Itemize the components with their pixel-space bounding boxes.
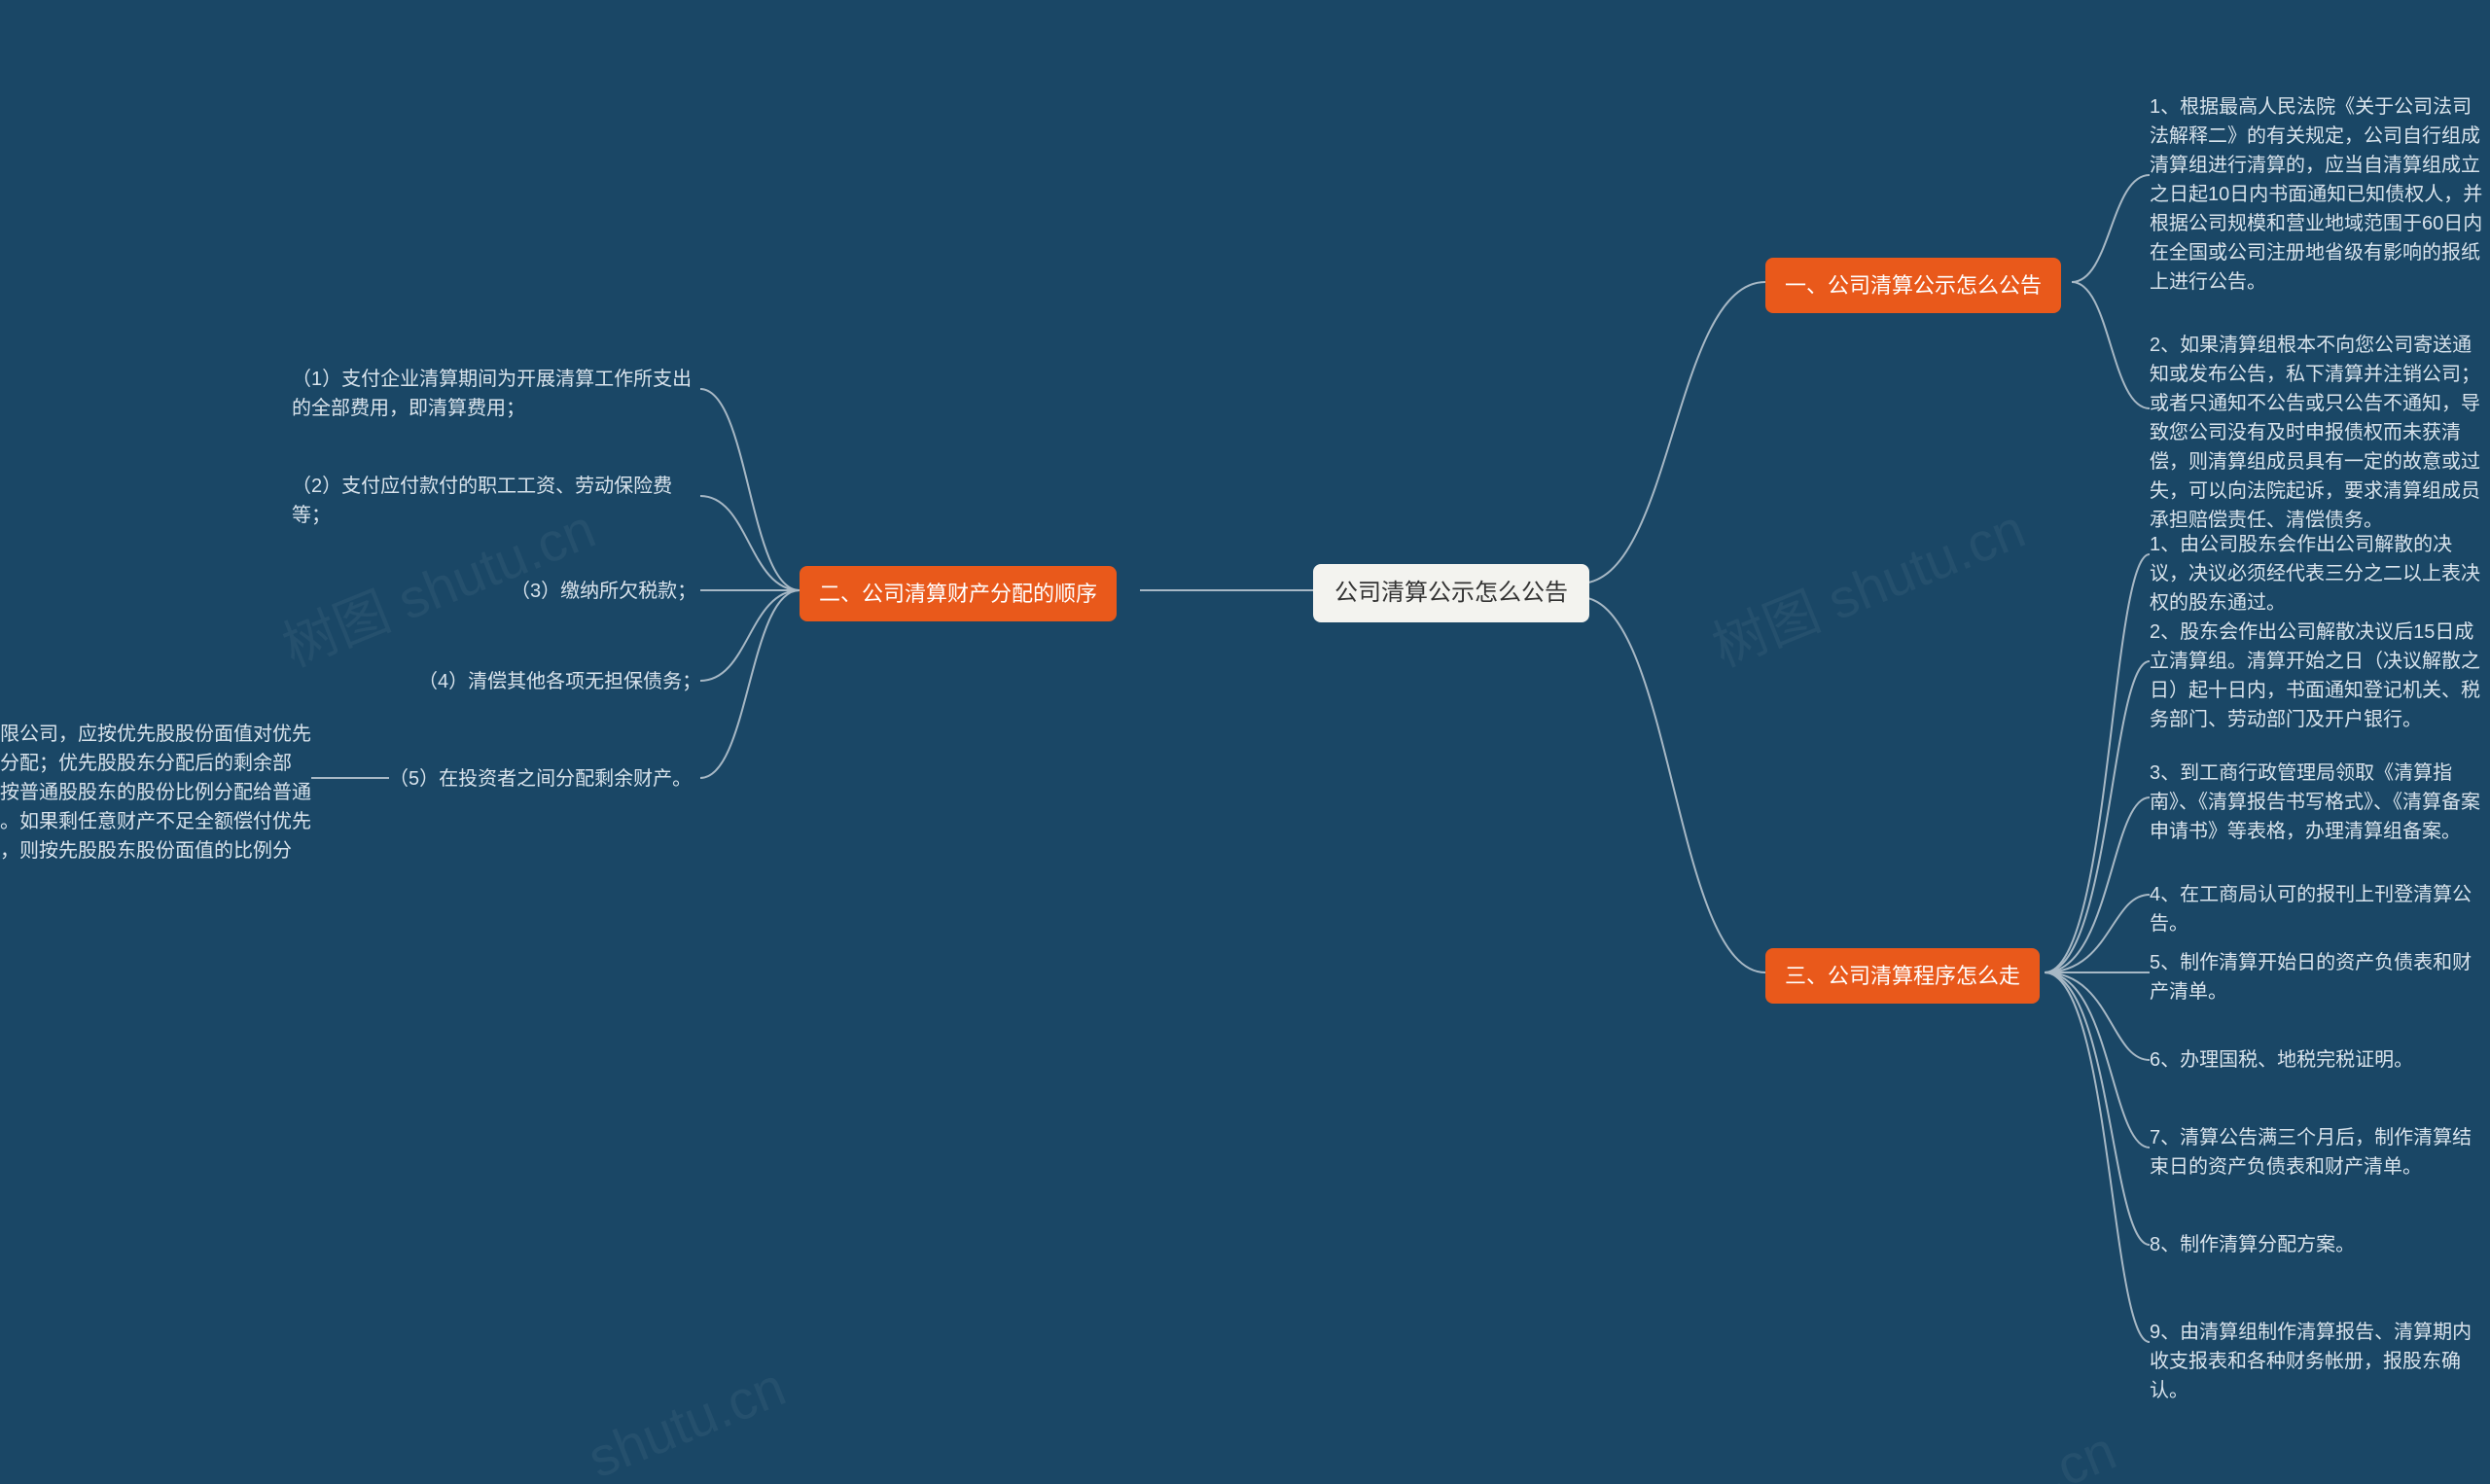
watermark-text: shutu.cn [580,1356,794,1484]
leaf-text: （1）支付企业清算期间为开展清算工作所支出的全部费用，即清算费用； [292,369,692,419]
branch-2-leaf-5[interactable]: （5）在投资者之间分配剩余财产。 [389,764,692,794]
branch-3-leaf-6[interactable]: 6、办理国税、地税完税证明。 [2150,1045,2413,1075]
branch-1-title: 一、公司清算公示怎么公告 [1785,273,2042,298]
watermark-text: .cn [2034,1419,2124,1484]
branch-3-leaf-1[interactable]: 1、由公司股东会作出公司解散的决议，决议必须经代表三分之二以上表决权的股东通过。 [2150,530,2490,618]
branch-1-leaf-2[interactable]: 2、如果清算组根本不向您公司寄送通知或发布公告，私下清算并注销公司；或者只通知不… [2150,331,2490,535]
leaf-text: 9、由清算组制作清算报告、清算期内收支报表和各种财务帐册，报股东确认。 [2150,1322,2472,1401]
branch-2-leaf-1[interactable]: （1）支付企业清算期间为开展清算工作所支出的全部费用，即清算费用； [292,365,700,423]
leaf-text: （5）在投资者之间分配剩余财产。 [389,768,692,790]
center-node[interactable]: 公司清算公示怎么公告 [1313,564,1589,622]
leaf-text: 股份有限公司，应按优先股股份面值对优先股股东分配；优先股股东分配后的剩余部分，应… [0,724,311,891]
connector-lines [0,0,2490,1484]
branch-1[interactable]: 一、公司清算公示怎么公告 [1765,258,2061,313]
branch-3-title: 三、公司清算程序怎么走 [1785,964,2020,988]
branch-2-leaf-5-extra[interactable]: 股份有限公司，应按优先股股份面值对优先股股东分配；优先股股东分配后的剩余部分，应… [0,720,311,895]
leaf-text: （3）缴纳所欠税款； [511,581,696,602]
center-title: 公司清算公示怎么公告 [1334,580,1568,606]
branch-3-leaf-5[interactable]: 5、制作清算开始日的资产负债表和财产清单。 [2150,948,2490,1007]
leaf-text: 6、办理国税、地税完税证明。 [2150,1049,2413,1071]
leaf-text: 1、根据最高人民法院《关于公司法司法解释二》的有关规定，公司自行组成清算组进行清… [2150,96,2482,293]
branch-3-leaf-4[interactable]: 4、在工商局认可的报刊上刊登清算公告。 [2150,880,2490,938]
branch-2-leaf-2[interactable]: （2）支付应付款付的职工工资、劳动保险费等； [292,472,700,530]
leaf-text: 2、如果清算组根本不向您公司寄送通知或发布公告，私下清算并注销公司；或者只通知不… [2150,335,2480,531]
watermark-3: shutu.cn [580,1355,795,1484]
branch-2-title: 二、公司清算财产分配的顺序 [819,582,1097,606]
watermark-4: .cn [2034,1418,2125,1484]
leaf-text: 2、股东会作出公司解散决议后15日成立清算组。清算开始之日（决议解散之日）起十日… [2150,621,2480,730]
branch-3-leaf-7[interactable]: 7、清算公告满三个月后，制作清算结束日的资产负债表和财产清单。 [2150,1123,2490,1182]
branch-3-leaf-2[interactable]: 2、股东会作出公司解散决议后15日成立清算组。清算开始之日（决议解散之日）起十日… [2150,618,2490,734]
leaf-text: 8、制作清算分配方案。 [2150,1234,2355,1255]
branch-2-leaf-3[interactable]: （3）缴纳所欠税款； [511,577,696,606]
leaf-text: （4）清偿其他各项无担保债务； [418,671,701,692]
leaf-text: 3、到工商行政管理局领取《清算指南》、《清算报告书写格式》、《清算备案申请书》等… [2150,762,2480,842]
mindmap-canvas: 公司清算公示怎么公告 一、公司清算公示怎么公告 1、根据最高人民法院《关于公司法… [0,0,2490,1484]
watermark-2: 树图 shutu.cn [1699,485,2035,682]
leaf-text: 1、由公司股东会作出公司解散的决议，决议必须经代表三分之二以上表决权的股东通过。 [2150,534,2480,614]
branch-2[interactable]: 二、公司清算财产分配的顺序 [800,566,1117,621]
branch-3[interactable]: 三、公司清算程序怎么走 [1765,948,2040,1004]
leaf-text: 7、清算公告满三个月后，制作清算结束日的资产负债表和财产清单。 [2150,1127,2472,1178]
leaf-text: 5、制作清算开始日的资产负债表和财产清单。 [2150,952,2472,1003]
leaf-text: （2）支付应付款付的职工工资、劳动保险费等； [292,476,672,526]
leaf-text: 4、在工商局认可的报刊上刊登清算公告。 [2150,884,2472,935]
branch-3-leaf-8[interactable]: 8、制作清算分配方案。 [2150,1230,2355,1259]
branch-3-leaf-9[interactable]: 9、由清算组制作清算报告、清算期内收支报表和各种财务帐册，报股东确认。 [2150,1318,2490,1405]
watermark-text: 树图 shutu.cn [1704,497,2033,678]
branch-2-leaf-4[interactable]: （4）清偿其他各项无担保债务； [418,667,701,696]
branch-3-leaf-3[interactable]: 3、到工商行政管理局领取《清算指南》、《清算报告书写格式》、《清算备案申请书》等… [2150,759,2490,846]
branch-1-leaf-1[interactable]: 1、根据最高人民法院《关于公司法司法解释二》的有关规定，公司自行组成清算组进行清… [2150,92,2490,297]
